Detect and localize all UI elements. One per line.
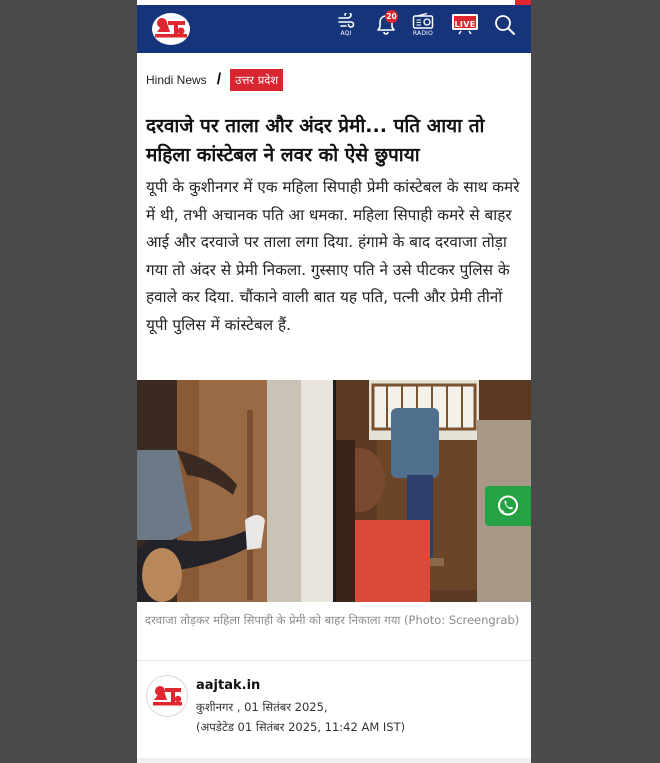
article-page: AQI 20 RADIO LIVE Hindi News / उत्तर प्र… (137, 0, 531, 763)
article-location-date: कुशीनगर , 01 सितंबर 2025, (196, 700, 328, 714)
notifications-button[interactable]: 20 (373, 10, 399, 45)
article-summary: यूपी के कुशीनगर में एक महिला सिपाही प्रे… (146, 178, 520, 334)
aqi-label: AQI (340, 30, 352, 37)
breadcrumb-home-link[interactable]: Hindi News (146, 73, 207, 87)
radio-label: RADIO (412, 30, 434, 37)
breadcrumb-separator: / (216, 71, 222, 88)
aajtak-logo[interactable] (151, 12, 191, 46)
image-caption: दरवाजा तोड़कर महिला सिपाही के प्रेमी को … (145, 613, 520, 627)
article-photo-image (137, 380, 531, 602)
breadcrumb: Hindi News / उत्तर प्रदेश (146, 68, 284, 92)
author-name-link[interactable]: aajtak.in (196, 678, 260, 693)
site-header: AQI 20 RADIO LIVE (137, 5, 531, 53)
aqi-button[interactable]: AQI (337, 13, 355, 45)
author-avatar[interactable] (146, 675, 188, 717)
article-photo[interactable] (137, 380, 531, 602)
search-button[interactable] (493, 13, 517, 45)
bottom-divider (137, 758, 531, 763)
breadcrumb-category-link[interactable]: उत्तर प्रदेश (230, 69, 284, 91)
whatsapp-share-button[interactable] (485, 486, 531, 526)
live-tv-button[interactable]: LIVE (451, 13, 479, 45)
article-updated-time: (अपडेटेड 01 सितंबर 2025, 11:42 AM IST) (196, 720, 406, 734)
whatsapp-icon (498, 495, 518, 516)
divider (137, 660, 531, 661)
notification-count-badge: 20 (385, 10, 398, 23)
article-headline: दरवाजे पर ताला और अंदर प्रेमी... पति आया… (146, 115, 485, 166)
radio-icon (412, 13, 434, 29)
wind-icon (338, 13, 355, 28)
live-label: LIVE (454, 20, 476, 29)
radio-button[interactable]: RADIO (412, 13, 434, 45)
search-icon (495, 15, 515, 35)
